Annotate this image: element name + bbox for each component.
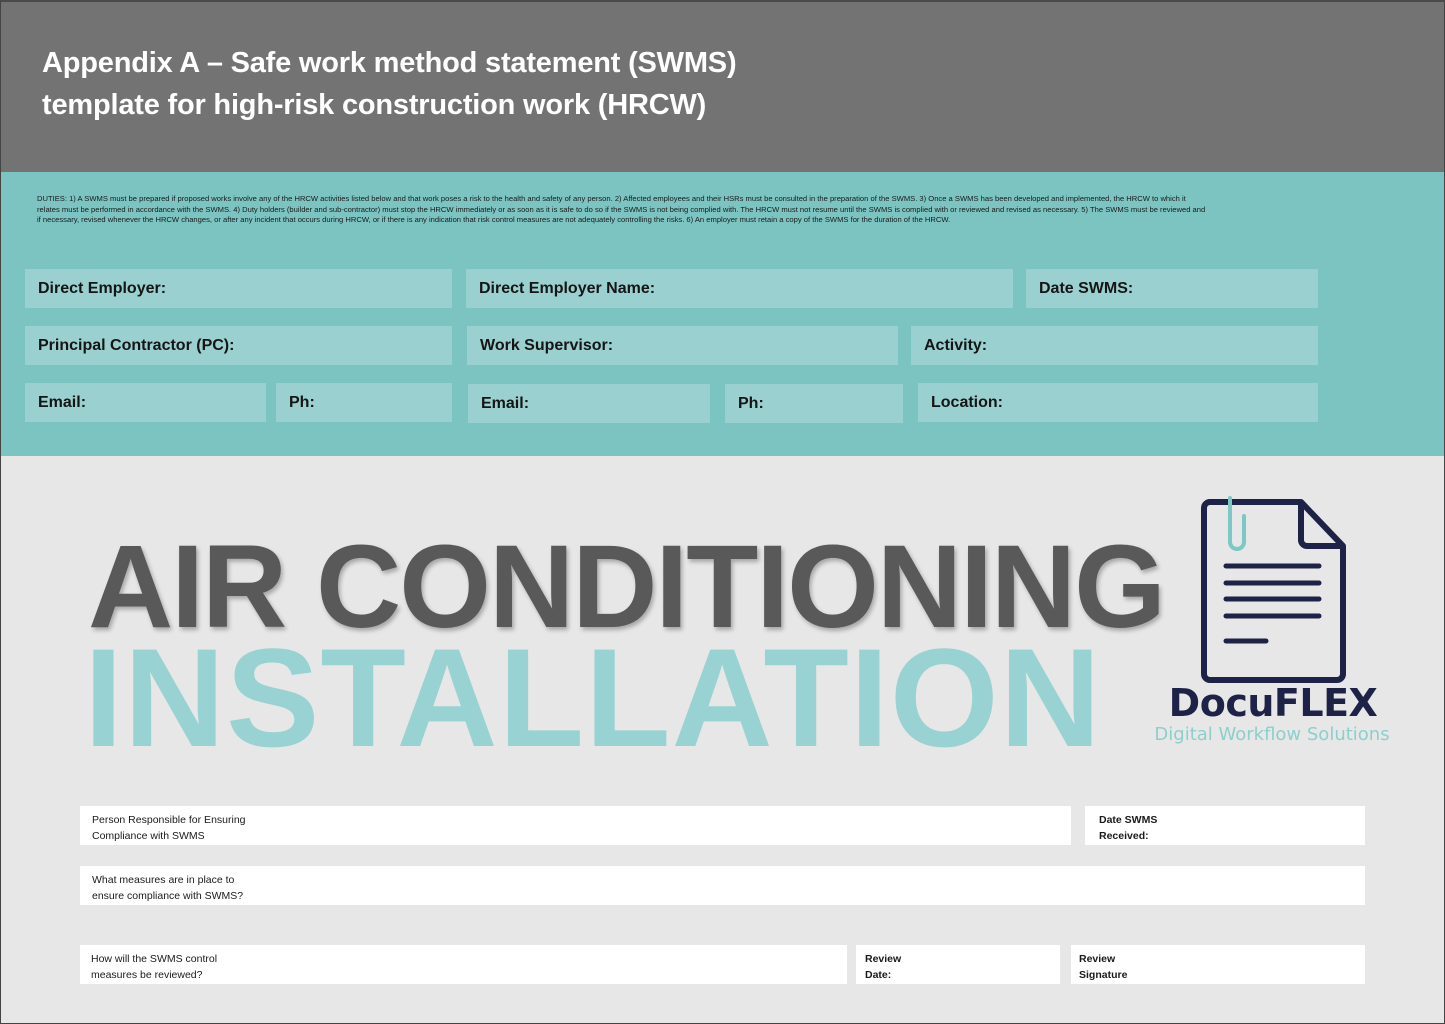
review-method-label-1: How will the SWMS control: [91, 953, 218, 965]
document-with-paperclip-icon: [1201, 496, 1346, 683]
location-field[interactable]: Location:: [918, 383, 1318, 422]
person-responsible-label-1: Person Responsible for Ensuring: [92, 814, 246, 826]
pc-phone-field[interactable]: Ph:: [276, 383, 452, 422]
direct-employer-field[interactable]: Direct Employer:: [25, 269, 452, 308]
logo-name: DocuFLEX: [1168, 681, 1378, 725]
review-date-field[interactable]: Review Date:: [856, 945, 1060, 984]
header-banner: Appendix A – Safe work method statement …: [0, 0, 1445, 172]
date-received-label-1: Date SWMS: [1099, 814, 1158, 826]
review-method-label-2: measures be reviewed?: [91, 969, 203, 981]
supervisor-phone-field[interactable]: Ph:: [725, 384, 903, 423]
hero-title-line-2: INSTALLATION: [84, 619, 1102, 776]
page-title-line-1: Appendix A – Safe work method statement …: [42, 47, 737, 79]
review-signature-field[interactable]: Review Signature: [1071, 945, 1365, 984]
activity-field[interactable]: Activity:: [911, 326, 1318, 365]
measures-label-2: ensure compliance with SWMS?: [92, 890, 244, 902]
direct-employer-name-field[interactable]: Direct Employer Name:: [466, 269, 1013, 308]
review-signature-label-1: Review: [1079, 953, 1116, 965]
review-signature-label-2: Signature: [1079, 969, 1128, 981]
page-title: Appendix A – Safe work method statement …: [42, 42, 737, 126]
work-supervisor-field[interactable]: Work Supervisor:: [467, 326, 898, 365]
logo-tagline: Digital Workflow Solutions: [1154, 724, 1390, 745]
date-swms-received-field[interactable]: Date SWMS Received:: [1085, 806, 1365, 845]
principal-contractor-field[interactable]: Principal Contractor (PC):: [25, 326, 452, 365]
measures-label-1: What measures are in place to: [92, 874, 235, 886]
review-method-field[interactable]: How will the SWMS control measures be re…: [80, 945, 847, 984]
pc-email-field[interactable]: Email:: [25, 383, 266, 422]
date-swms-field[interactable]: Date SWMS:: [1026, 269, 1318, 308]
review-date-label-2: Date:: [865, 969, 892, 981]
supervisor-email-field[interactable]: Email:: [468, 384, 710, 423]
review-date-label-1: Review: [865, 953, 902, 965]
compliance-measures-field[interactable]: What measures are in place to ensure com…: [80, 866, 1365, 905]
date-received-label-2: Received:: [1099, 830, 1149, 842]
person-responsible-field[interactable]: Person Responsible for Ensuring Complian…: [80, 806, 1071, 845]
duties-text: DUTIES: 1) A SWMS must be prepared if pr…: [37, 194, 1206, 225]
person-responsible-label-2: Compliance with SWMS: [92, 830, 205, 842]
page-title-line-2: template for high-risk construction work…: [42, 89, 707, 121]
